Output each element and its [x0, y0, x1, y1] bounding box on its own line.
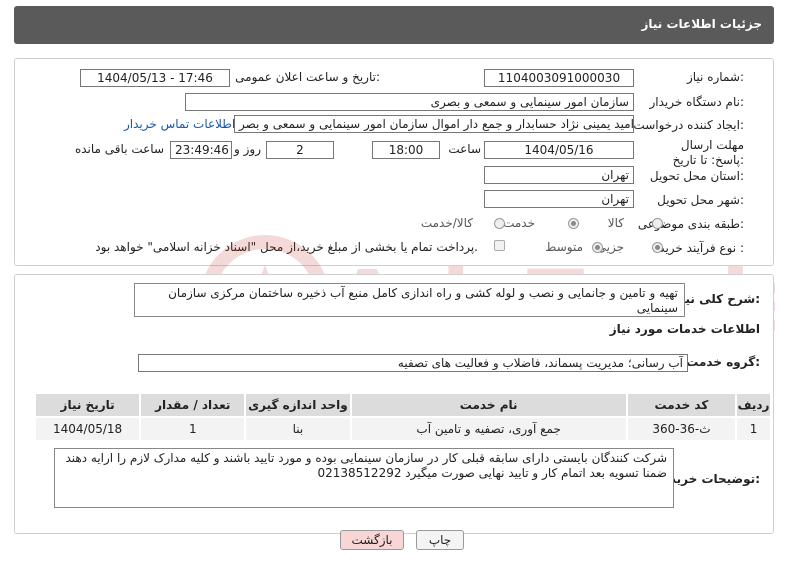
- category-radio-goods-service[interactable]: [494, 218, 505, 229]
- col-service-code: کد خدمت: [625, 392, 738, 418]
- back-button[interactable]: بازگشت: [340, 530, 404, 550]
- remaining-label: ساعت باقی مانده: [74, 142, 164, 156]
- days-field[interactable]: 2: [266, 141, 334, 159]
- city-label: شهر محل تحویل:: [657, 193, 744, 207]
- province-label: استان محل تحویل:: [649, 169, 744, 183]
- treasury-payment-checkbox[interactable]: [494, 240, 505, 251]
- deadline-time-label: ساعت: [448, 142, 481, 156]
- category-option-goods: کالا: [607, 216, 624, 230]
- buyer-org-label: نام دستگاه خریدار:: [649, 95, 745, 109]
- cell-unit: بنا: [244, 416, 352, 442]
- treasury-payment-note: پرداخت تمام یا بخشی از مبلغ خرید،از محل …: [95, 240, 478, 254]
- category-option-goods-service: کالا/خدمت: [420, 216, 473, 230]
- page-header: جزئیات اطلاعات نیاز: [14, 6, 774, 44]
- deadline-label: مهلت ارسال پاسخ: تا تاریخ:: [672, 138, 744, 167]
- creator-label: ایجاد کننده درخواست:: [633, 118, 744, 132]
- announce-field[interactable]: 1404/05/13 - 17:46: [80, 69, 230, 87]
- services-table-header: ردیف کد خدمت نام خدمت واحد اندازه گیری ت…: [33, 392, 772, 418]
- buyer-notes-textarea[interactable]: شرکت کنندگان بایستی دارای سابقه قبلی کار…: [54, 448, 674, 508]
- col-unit: واحد اندازه گیری: [244, 392, 352, 418]
- col-service-name: نام خدمت: [349, 392, 628, 418]
- process-label: نوع فرآیند خرید :: [659, 241, 744, 255]
- process-radio-medium[interactable]: [592, 242, 603, 253]
- cell-quantity: 1: [139, 416, 247, 442]
- services-section-title: اطلاعات خدمات مورد نیاز: [609, 322, 760, 336]
- col-row: ردیف: [735, 392, 772, 418]
- print-button[interactable]: چاپ: [416, 530, 464, 550]
- cell-row: 1: [735, 416, 772, 442]
- table-row[interactable]: 1 ث-36-360 جمع آوری، تصفیه و تامین آب بن…: [33, 416, 772, 442]
- services-table: ردیف کد خدمت نام خدمت واحد اندازه گیری ت…: [33, 392, 772, 442]
- buyer-contact-link[interactable]: اطلاعات تماس خریدار: [124, 117, 235, 131]
- category-option-service: خدمت: [503, 216, 535, 230]
- need-number-label: شماره نیاز:: [686, 70, 744, 84]
- col-need-date: تاریخ نیاز: [33, 392, 142, 418]
- deadline-time-field[interactable]: 18:00: [372, 141, 440, 159]
- service-group-field[interactable]: آب رسانی؛ مدیریت پسماند، فاضلاب و فعالیت…: [138, 354, 688, 372]
- summary-label: شرح کلی نیاز:: [674, 292, 760, 306]
- cell-service-name: جمع آوری، تصفیه و تامین آب: [349, 416, 628, 442]
- col-quantity: تعداد / مقدار: [139, 392, 247, 418]
- process-option-medium: متوسط: [545, 240, 583, 254]
- category-radio-goods[interactable]: [652, 218, 663, 229]
- process-radio-minor[interactable]: [652, 242, 663, 253]
- deadline-date-field[interactable]: 1404/05/16: [484, 141, 634, 159]
- need-number-field[interactable]: 1104003091000030: [484, 69, 634, 87]
- buyer-org-field[interactable]: سازمان امور سینمایی و سمعی و بصری: [185, 93, 634, 111]
- remaining-time-field[interactable]: 23:49:46: [170, 141, 232, 159]
- province-field[interactable]: تهران: [484, 166, 634, 184]
- days-label: روز و: [234, 142, 261, 156]
- cell-service-code: ث-36-360: [625, 416, 738, 442]
- summary-textarea[interactable]: تهیه و تامین و جانمایی و نصب و لوله کشی …: [134, 283, 685, 317]
- creator-field[interactable]: امید یمینی نژاد حسابدار و جمع دار اموال …: [234, 115, 634, 133]
- city-field[interactable]: تهران: [484, 190, 634, 208]
- page-title: جزئیات اطلاعات نیاز: [641, 17, 762, 31]
- cell-need-date: 1404/05/18: [33, 416, 142, 442]
- category-radio-service[interactable]: [568, 218, 579, 229]
- announce-label: تاریخ و ساعت اعلان عمومی:: [235, 70, 380, 84]
- service-group-label: گروه خدمت:: [686, 355, 760, 369]
